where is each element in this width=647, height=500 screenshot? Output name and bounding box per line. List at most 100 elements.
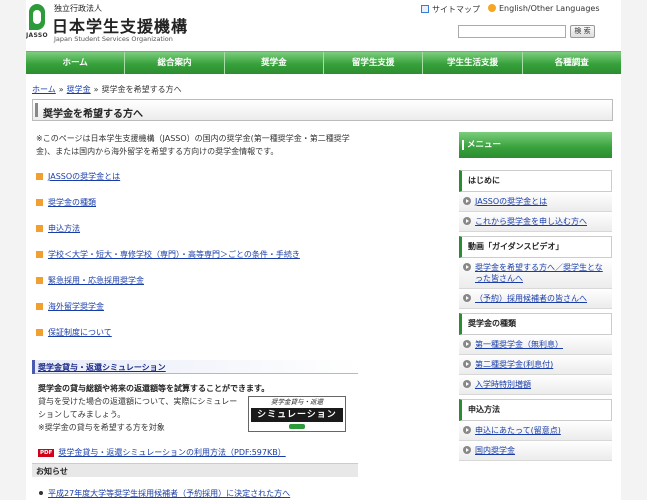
sidebar-section-types: 奨学金の種類 [459, 313, 612, 335]
nav-surveys[interactable]: 各種調査 [523, 52, 621, 74]
sidebar-item-label: 入学時特別増額 [475, 380, 531, 389]
search-button[interactable]: 検 索 [570, 25, 595, 38]
breadcrumb: ホーム» 奨学金» 奨学金を希望する方へ [32, 84, 182, 95]
jasso-logo-icon[interactable]: JASSO [26, 4, 48, 42]
simulation-lead: 奨学金の貸与総額や将来の返還額等を試算することができます。 [38, 384, 270, 393]
simulation-desc-text: 貸与を受けた場合の返還額について、実際にシミュレーションしてみましょう。 [38, 397, 238, 419]
bullet-icon [36, 329, 43, 336]
nav-international-students[interactable]: 留学生支援 [324, 52, 424, 74]
simulation-description: 貸与を受けた場合の返還額について、実際にシミュレーションしてみましょう。 ※奨学… [38, 395, 238, 434]
link-label: 海外留学奨学金 [48, 302, 104, 311]
arrow-circle-icon [463, 446, 471, 454]
breadcrumb-current: 奨学金を希望する方へ [101, 85, 182, 94]
sidebar-item-label: （予約）採用候補者の皆さんへ [475, 294, 587, 303]
breadcrumb-home[interactable]: ホーム [32, 85, 56, 94]
sitemap-icon [421, 5, 429, 13]
bullet-icon [36, 277, 43, 284]
english-link[interactable]: English/Other Languages [488, 4, 600, 13]
org-name-english: Japan Student Services Organization [54, 35, 173, 43]
sidebar-item[interactable]: 国内奨学金 [459, 441, 612, 461]
sidebar-item[interactable]: 第二種奨学金(利息付) [459, 355, 612, 375]
sidebar-section-video: 動画「ガイダンスビデオ」 [459, 236, 612, 258]
nav-student-life[interactable]: 学生生活支援 [423, 52, 523, 74]
list-item[interactable]: 奨学金の種類 [36, 198, 356, 224]
bullet-icon [36, 199, 43, 206]
sidebar-item-label: 第二種奨学金(利息付) [475, 360, 554, 369]
list-item[interactable]: JASSOの奨学金とは [36, 172, 356, 198]
sidebar-section-intro: はじめに [459, 170, 612, 192]
link-label: 学校＜大学・短大・専修学校（専門）・高等専門＞ごとの条件・手続き [48, 250, 300, 259]
sidebar-item-label: JASSOの奨学金とは [475, 197, 548, 206]
arrow-circle-icon [463, 380, 471, 388]
list-item[interactable]: 緊急採用・応急採用奨学金 [36, 276, 356, 302]
intro-text: ※このページは日本学生支援機構（JASSO）の国内の奨学金(第一種奨学金・第二種… [36, 134, 350, 156]
arrow-circle-icon [463, 263, 471, 271]
bullet-icon [39, 491, 43, 495]
search-input[interactable] [458, 25, 566, 38]
pdf-icon: PDF [38, 449, 55, 457]
arrow-circle-icon [463, 340, 471, 348]
list-item[interactable]: 学校＜大学・短大・専修学校（専門）・高等専門＞ごとの条件・手続き [36, 250, 356, 276]
sidebar-item[interactable]: （予約）採用候補者の皆さんへ [459, 289, 612, 309]
header: JASSO 独立行政法人 日本学生支援機構 Japan Student Serv… [26, 0, 621, 50]
page-title: 奨学金を希望する方へ [43, 109, 143, 120]
sidebar-item[interactable]: 入学時特別増額 [459, 375, 612, 395]
sidebar-item-label: 申込にあたって(留意点) [475, 426, 561, 435]
sidebar-item[interactable]: 奨学金を希望する方へ／奨学生となった皆さんへ [459, 258, 612, 289]
list-item[interactable]: 申込方法 [36, 224, 356, 250]
sidebar-section-apply: 申込方法 [459, 399, 612, 421]
link-label: 申込方法 [48, 224, 80, 233]
bullet-icon [36, 303, 43, 310]
globe-icon [488, 4, 496, 12]
org-name[interactable]: 日本学生支援機構 [52, 13, 188, 37]
global-nav: ホーム 総合案内 奨学金 留学生支援 学生生活支援 各種調査 [26, 51, 621, 74]
sidebar-item[interactable]: 申込にあたって(留意点) [459, 421, 612, 441]
simulation-note: ※奨学金の貸与を希望する方を対象 [38, 423, 165, 432]
sitemap-link[interactable]: サイトマップ [421, 4, 480, 15]
arrow-circle-icon [463, 360, 471, 368]
simulation-heading-bar: 奨学金貸与・返還シミュレーション [32, 360, 358, 374]
arrow-circle-icon [463, 217, 471, 225]
link-label: JASSOの奨学金とは [48, 172, 121, 181]
english-label: English/Other Languages [499, 4, 600, 13]
simulation-title-link[interactable]: 奨学金貸与・返還シミュレーション [38, 362, 166, 373]
bullet-icon [36, 173, 43, 180]
arrow-circle-icon [463, 294, 471, 302]
arrow-circle-icon [463, 426, 471, 434]
page-title-box: 奨学金を希望する方へ [32, 99, 613, 121]
notice-heading-bar: お知らせ [32, 463, 358, 477]
logo-text: JASSO [26, 32, 48, 39]
arrow-circle-icon [463, 197, 471, 205]
simulation-pdf-link[interactable]: 奨学金貸与・返還シミュレーションの利用方法（PDF:597KB） [58, 448, 285, 457]
list-item[interactable]: 保証制度について [36, 328, 356, 354]
sidebar-item-label: これから奨学金を申し込む方へ [475, 217, 587, 226]
link-label: 奨学金の種類 [48, 198, 96, 207]
notice-title: お知らせ [36, 467, 68, 476]
sidebar-menu: メニュー はじめに JASSOの奨学金とは これから奨学金を申し込む方へ 動画「… [459, 132, 612, 461]
sidebar-item[interactable]: これから奨学金を申し込む方へ [459, 212, 612, 232]
nav-about[interactable]: 総合案内 [125, 52, 225, 74]
banner-deco-icon [289, 424, 305, 429]
leaf-highlight-icon [33, 10, 41, 24]
sidebar-item[interactable]: 第一種奨学金（無利息） [459, 335, 612, 355]
sitemap-label: サイトマップ [432, 5, 480, 14]
banner-main-text: シミュレーション [251, 408, 343, 422]
bullet-icon [36, 225, 43, 232]
menu-header: メニュー [459, 132, 612, 158]
simulation-banner[interactable]: 奨学金貸与・返還 シミュレーション [248, 396, 346, 432]
breadcrumb-separator: » [58, 85, 64, 94]
list-item[interactable]: 海外留学奨学金 [36, 302, 356, 328]
nav-home[interactable]: ホーム [26, 52, 126, 74]
breadcrumb-separator: » [93, 85, 99, 94]
nav-scholarship[interactable]: 奨学金 [225, 52, 324, 74]
notice-link[interactable]: 平成27年度大学等奨学生採用候補者（予約採用）に決定された方へ [48, 488, 290, 499]
sidebar-item-label: 奨学金を希望する方へ／奨学生となった皆さんへ [475, 263, 603, 283]
link-label: 緊急採用・応急採用奨学金 [48, 276, 144, 285]
simulation-pdf-row: PDF 奨学金貸与・返還シミュレーションの利用方法（PDF:597KB） [38, 447, 286, 458]
banner-top-text: 奨学金貸与・返還 [271, 398, 323, 406]
sidebar-item[interactable]: JASSOの奨学金とは [459, 192, 612, 212]
breadcrumb-scholarship[interactable]: 奨学金 [67, 85, 91, 94]
page: JASSO 独立行政法人 日本学生支援機構 Japan Student Serv… [26, 0, 621, 500]
bullet-icon [36, 251, 43, 258]
sidebar-item-label: 第一種奨学金（無利息） [475, 340, 563, 349]
